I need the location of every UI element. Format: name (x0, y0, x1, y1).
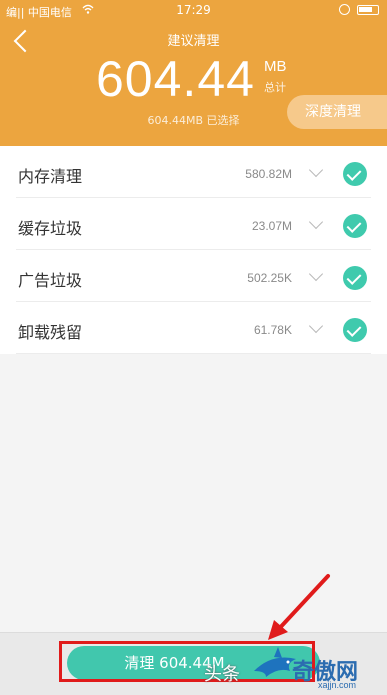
item-label: 卸载残留 (18, 323, 83, 342)
checkmark-icon[interactable] (343, 318, 367, 342)
chevron-down-icon[interactable] (308, 318, 324, 334)
list-item-memory[interactable]: 内存清理 580.82M (0, 146, 387, 198)
deep-clean-button[interactable]: 深度清理 (287, 95, 387, 129)
chevron-down-icon[interactable] (308, 266, 324, 282)
chevron-down-icon[interactable] (308, 214, 324, 230)
list-item-ads[interactable]: 广告垃圾 502.25K (0, 250, 387, 302)
watermark-text: 头条 (204, 664, 240, 685)
status-bar: 编|| 中国电信 17:29 (0, 0, 387, 20)
item-size: 61.78K (253, 323, 292, 337)
total-label: 总计 (264, 81, 286, 94)
checkmark-icon[interactable] (343, 162, 367, 186)
total-size-unit: MB (264, 58, 287, 75)
item-size: 23.07M (251, 219, 292, 233)
total-size-value: 604.44 (96, 51, 255, 107)
clean-button-label: 清理 604.44M (124, 654, 225, 672)
header: 编|| 中国电信 17:29 建议清理 604.44 MB 总计 604.44M… (0, 0, 387, 146)
checkmark-icon[interactable] (343, 214, 367, 238)
alarm-icon (339, 4, 350, 15)
item-size: 580.82M (245, 167, 292, 181)
divider (16, 353, 371, 354)
item-label: 缓存垃圾 (18, 219, 83, 238)
watermark-url: xajjn.com (318, 680, 357, 690)
battery-icon (357, 5, 379, 15)
list-item-cache[interactable]: 缓存垃圾 23.07M (0, 198, 387, 250)
item-label: 广告垃圾 (18, 271, 83, 290)
chevron-down-icon[interactable] (308, 162, 324, 178)
item-label: 内存清理 (18, 167, 83, 186)
cleanup-list: 内存清理 580.82M 缓存垃圾 23.07M 广告垃圾 502.25K 卸载… (0, 146, 387, 354)
page-title: 建议清理 (167, 34, 220, 49)
item-size: 502.25K (247, 271, 292, 285)
list-item-uninstall[interactable]: 卸载残留 61.78K (0, 302, 387, 354)
checkmark-icon[interactable] (343, 266, 367, 290)
clock: 17:29 (176, 3, 211, 17)
